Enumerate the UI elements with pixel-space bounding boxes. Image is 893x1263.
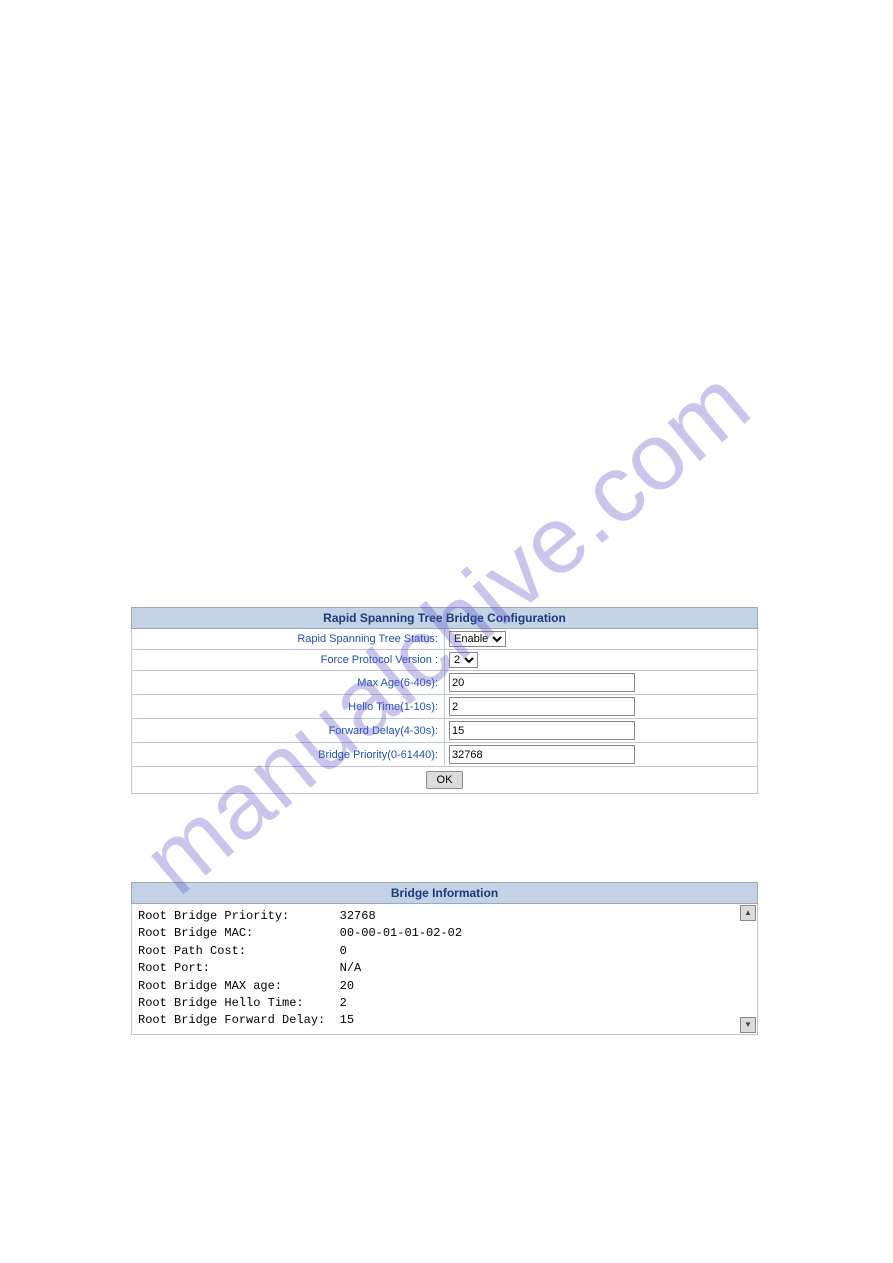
rstp-config-table: Rapid Spanning Tree Bridge Configuration… [131, 607, 758, 794]
status-select[interactable]: Enable [449, 631, 506, 647]
version-label: Force Protocol Version : [132, 650, 445, 671]
scrollbar: ▲ ▼ [740, 905, 756, 1033]
status-label: Rapid Spanning Tree Status: [132, 629, 445, 650]
scroll-up-button[interactable]: ▲ [740, 905, 756, 921]
scroll-down-button[interactable]: ▼ [740, 1017, 756, 1033]
priority-label: Bridge Priority(0-61440): [132, 743, 445, 767]
hello-input[interactable] [449, 697, 635, 716]
hello-label: Hello Time(1-10s): [132, 695, 445, 719]
ok-button[interactable]: OK [426, 771, 464, 789]
rstp-config-title: Rapid Spanning Tree Bridge Configuration [132, 608, 758, 629]
bridge-info-table: Bridge Information Root Bridge Priority:… [131, 882, 758, 1035]
forward-input[interactable] [449, 721, 635, 740]
maxage-label: Max Age(6-40s): [132, 671, 445, 695]
priority-input[interactable] [449, 745, 635, 764]
bridge-info-content: Root Bridge Priority: 32768 Root Bridge … [132, 904, 757, 1034]
bridge-info-title: Bridge Information [132, 883, 758, 904]
forward-label: Forward Delay(4-30s): [132, 719, 445, 743]
maxage-input[interactable] [449, 673, 635, 692]
version-select[interactable]: 2 [449, 652, 478, 668]
